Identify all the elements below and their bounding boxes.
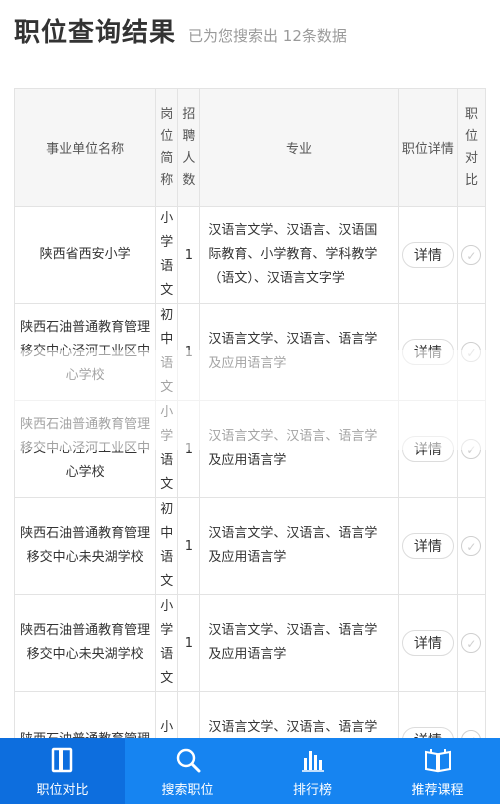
col-header-detail: 职位详情: [397, 88, 458, 207]
compare-check-icon[interactable]: ✓: [461, 342, 482, 362]
hire-count: 1: [177, 206, 201, 304]
compare-check-icon[interactable]: ✓: [461, 245, 482, 265]
open-book-icon: [423, 745, 453, 775]
hire-count: 1: [177, 594, 201, 692]
major-list: 汉语言文学、汉语言、语言学及应用语言学: [199, 594, 399, 692]
results-table: 事业单位名称 岗位简称 招聘人数 专业 职位详情 职位对比 陕西省西安小学 小学…: [13, 88, 487, 789]
bottom-tab-bar: 职位对比 搜索职位 排行榜 推荐课程: [0, 738, 500, 804]
compare-cell: ✓: [456, 497, 487, 595]
compare-cell: ✓: [456, 594, 487, 692]
table-row: 陕西省西安小学 小学语文 1 汉语言文学、汉语言、汉语国际教育、小学教育、学科教…: [13, 206, 487, 304]
compare-cell: ✓: [456, 400, 487, 498]
page-header: 职位查询结果 已为您搜索出 12条数据: [14, 12, 347, 56]
tab-courses[interactable]: 推荐课程: [375, 738, 500, 804]
search-icon: [173, 745, 203, 775]
table-row: 陕西石油普通教育管理移交中心未央湖学校 小学语文 1 汉语言文学、汉语言、语言学…: [13, 594, 487, 692]
detail-cell: 详情: [397, 400, 458, 498]
tab-label: 职位对比: [36, 782, 89, 798]
detail-cell: 详情: [397, 594, 458, 692]
hire-count: 1: [177, 497, 201, 595]
hire-count: 1: [177, 400, 201, 498]
compare-cell: ✓: [456, 206, 487, 304]
result-count: 已为您搜索出 12条数据: [188, 27, 347, 45]
table-row: 陕西石油普通教育管理移交中心泾河工业区中心学校 初中语文 1 汉语言文学、汉语言…: [13, 303, 487, 401]
compare-check-icon[interactable]: ✓: [461, 536, 482, 556]
col-header-num: 招聘人数: [177, 88, 201, 207]
compare-check-icon[interactable]: ✓: [461, 439, 482, 459]
detail-cell: 详情: [397, 303, 458, 401]
tab-label: 推荐课程: [411, 782, 464, 798]
unit-name: 陕西石油普通教育管理移交中心未央湖学校: [13, 594, 157, 692]
tab-search[interactable]: 搜索职位: [125, 738, 250, 804]
detail-cell: 详情: [397, 497, 458, 595]
detail-cell: 详情: [397, 206, 458, 304]
tab-ranking[interactable]: 排行榜: [250, 738, 375, 804]
post-name: 小学语文: [155, 400, 179, 498]
hire-count: 1: [177, 303, 201, 401]
col-header-major: 专业: [199, 88, 399, 207]
major-list: 汉语言文学、汉语言、语言学及应用语言学: [199, 303, 399, 401]
results-table-wrap: 事业单位名称 岗位简称 招聘人数 专业 职位详情 职位对比 陕西省西安小学 小学…: [13, 88, 487, 789]
table-row: 陕西石油普通教育管理移交中心泾河工业区中心学校 小学语文 1 汉语言文学、汉语言…: [13, 400, 487, 498]
detail-button[interactable]: 详情: [401, 242, 454, 268]
tab-label: 搜索职位: [161, 782, 214, 798]
table-header-row: 事业单位名称 岗位简称 招聘人数 专业 职位详情 职位对比: [13, 88, 487, 207]
unit-name: 陕西石油普通教育管理移交中心未央湖学校: [13, 497, 157, 595]
unit-name: 陕西省西安小学: [13, 206, 157, 304]
col-header-compare: 职位对比: [456, 88, 487, 207]
detail-button[interactable]: 详情: [401, 436, 454, 462]
book-icon: [48, 745, 78, 775]
detail-button[interactable]: 详情: [401, 630, 454, 656]
major-list: 汉语言文学、汉语言、语言学及应用语言学: [199, 400, 399, 498]
compare-cell: ✓: [456, 303, 487, 401]
col-header-post: 岗位简称: [155, 88, 179, 207]
post-name: 小学语文: [155, 594, 179, 692]
bar-chart-icon: [298, 745, 328, 775]
post-name: 初中语文: [155, 303, 179, 401]
detail-button[interactable]: 详情: [401, 533, 454, 559]
page-title: 职位查询结果: [14, 18, 177, 48]
unit-name: 陕西石油普通教育管理移交中心泾河工业区中心学校: [13, 303, 157, 401]
col-header-unit: 事业单位名称: [13, 88, 157, 207]
compare-check-icon[interactable]: ✓: [461, 633, 482, 653]
post-name: 初中语文: [155, 497, 179, 595]
post-name: 小学语文: [155, 206, 179, 304]
detail-button[interactable]: 详情: [401, 339, 454, 365]
tab-compare[interactable]: 职位对比: [0, 738, 125, 804]
tab-label: 排行榜: [292, 782, 332, 798]
table-row: 陕西石油普通教育管理移交中心未央湖学校 初中语文 1 汉语言文学、汉语言、语言学…: [13, 497, 487, 595]
major-list: 汉语言文学、汉语言、汉语国际教育、小学教育、学科教学（语文）、汉语言文字学: [199, 206, 399, 304]
major-list: 汉语言文学、汉语言、语言学及应用语言学: [199, 497, 399, 595]
unit-name: 陕西石油普通教育管理移交中心泾河工业区中心学校: [13, 400, 157, 498]
